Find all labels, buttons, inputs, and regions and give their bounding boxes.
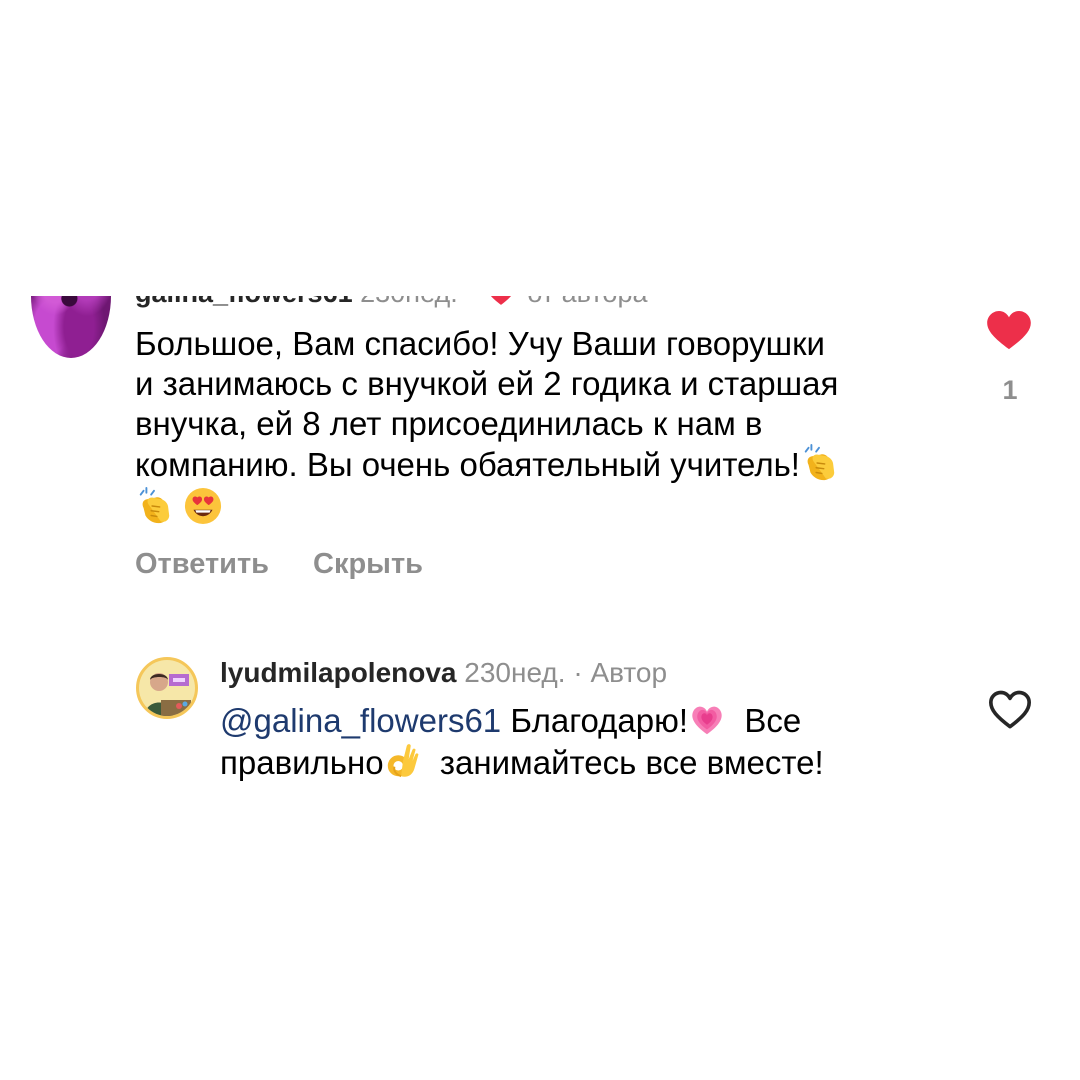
comment-time: 230нед. [360, 296, 458, 308]
heart-filled-icon [490, 296, 511, 305]
reply-text-part: правильно [220, 744, 384, 781]
comment-line-last: компанию. Вы очень обаятельный учитель! [135, 444, 935, 485]
heart-filled-icon[interactable] [987, 311, 1031, 351]
heart-outline-icon[interactable] [988, 690, 1032, 730]
reply-text-part: Благодарю! [501, 702, 689, 739]
hide-button[interactable]: Скрыть [313, 548, 423, 580]
comment-meta: galina_flowers61 230нед. · от автора [135, 296, 647, 308]
heart-eyes-emoji [184, 487, 222, 525]
clapping-hands-emoji [135, 487, 173, 525]
reply-username[interactable]: lyudmilapolenova [220, 657, 457, 688]
reply-meta: lyudmilapolenova 230нед. · Автор [220, 656, 667, 690]
reply-text-part: Все [726, 702, 802, 739]
comment: galina_flowers61 230нед. · от автора Бол… [0, 0, 1080, 620]
comment-text: Большое, Вам спасибо! Учу Ваши говорушки… [135, 324, 935, 528]
comment-line: и занимаюсь с внучкой ей 2 годика и стар… [135, 365, 839, 402]
reply-text-part: занимайтесь все вместе! [421, 744, 824, 781]
comment-emoji-line [135, 487, 935, 528]
reply-text: @galina_flowers61 Благодарю! Все правиль… [220, 700, 960, 784]
reply-button[interactable]: Ответить [135, 548, 269, 580]
reply-line: @galina_flowers61 Благодарю! Все [220, 700, 960, 742]
author-badge: Автор [590, 657, 668, 688]
reply-time: 230нед. [464, 657, 566, 688]
comment-actions: Ответить Скрыть [135, 548, 423, 581]
like-count[interactable]: 1 [987, 375, 1033, 406]
comment-line: внучка, ей 8 лет присоединилась к нам в [135, 405, 763, 442]
avatar-photo [139, 660, 195, 716]
comment-line: Большое, Вам спасибо! Учу Ваши говорушки [135, 325, 825, 362]
avatar[interactable] [136, 657, 198, 719]
separator: · [465, 296, 474, 308]
comment-line-text: компанию. Вы очень обаятельный учитель! [135, 446, 800, 483]
ok-hand-emoji [384, 742, 422, 780]
reply-line: правильно занимайтесь все вместе! [220, 742, 960, 784]
avatar[interactable] [31, 296, 111, 358]
comment-username[interactable]: galina_flowers61 [135, 296, 353, 308]
separator: · [573, 657, 583, 688]
growing-heart-emoji [688, 700, 726, 738]
mention-link[interactable]: @galina_flowers61 [220, 702, 501, 739]
liked-by-author-label: от автора [527, 296, 647, 308]
clapping-hands-emoji [800, 444, 838, 482]
